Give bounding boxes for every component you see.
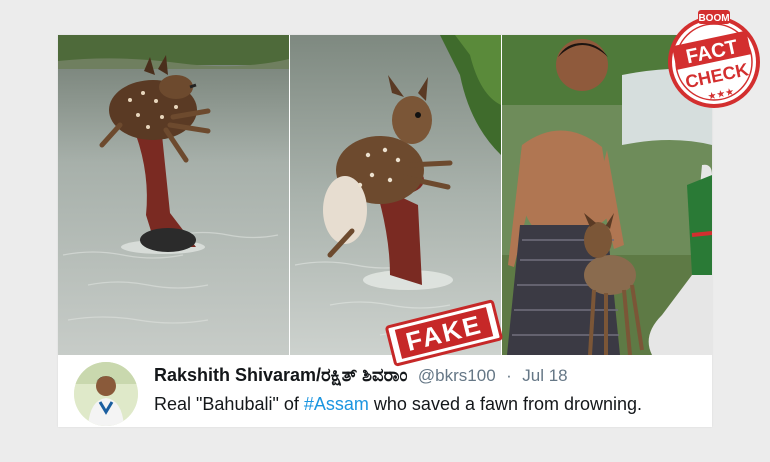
separator: ·	[506, 366, 512, 385]
avatar[interactable]	[74, 362, 138, 426]
photo-grid[interactable]	[58, 35, 712, 355]
tweet-header: Rakshith Shivaram/ರಕ್ಷಿತ್ ಶಿವರಾಂ @bkrs10…	[154, 365, 568, 386]
fact-check-badge-graphic: BOOM FACT CHECK ★★★	[668, 10, 760, 108]
display-name[interactable]: Rakshith Shivaram/ರಕ್ಷಿತ್ ಶಿವರಾಂ	[154, 365, 407, 385]
tweet-body: Rakshith Shivaram/ರಕ್ಷಿತ್ ಶಿವರಾಂ @bkrs10…	[58, 355, 712, 427]
handle[interactable]: @bkrs100	[418, 366, 496, 385]
tweet-text-after: who saved a fawn from drowning.	[368, 394, 643, 414]
tweet-card: Rakshith Shivaram/ರಕ್ಷಿತ್ ಶಿವರಾಂ @bkrs10…	[58, 35, 712, 427]
tweet-text: Real "Bahubali" of #Assam who saved a fa…	[154, 394, 642, 415]
fact-check-badge: BOOM FACT CHECK ★★★	[662, 6, 766, 110]
tweet-text-before: Real "Bahubali" of	[154, 394, 304, 414]
hashtag-link[interactable]: #Assam	[304, 394, 369, 414]
badge-top: BOOM	[698, 13, 729, 24]
tweet-date[interactable]: Jul 18	[522, 366, 567, 385]
photo-fawn-rescue-1[interactable]	[58, 35, 289, 355]
